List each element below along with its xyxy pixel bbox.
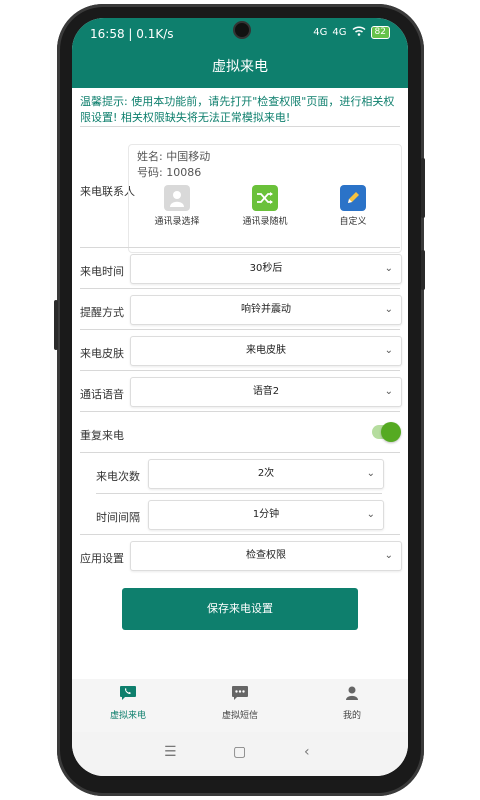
custom-contact-button[interactable]: 自定义 (313, 185, 393, 227)
skin-label: 来电皮肤 (80, 347, 124, 360)
call-time-label: 来电时间 (80, 265, 124, 278)
edit-pen-icon (340, 185, 366, 211)
skin-value: 来电皮肤 (246, 345, 286, 356)
tab-mine-label: 我的 (342, 711, 361, 721)
repeat-toggle[interactable] (372, 422, 401, 442)
tab-mine[interactable]: 我的 (296, 685, 408, 721)
chevron-down-icon: ⌄ (366, 509, 375, 520)
contact-number: 号码: 10086 (137, 166, 202, 179)
remind-select[interactable]: 响铃并震动 ⌄ (130, 295, 402, 325)
contact-card: 姓名: 中国移动 号码: 10086 通讯录选择 通讯录随机 自定义 (128, 144, 402, 253)
chevron-down-icon: ⌄ (384, 304, 393, 315)
person-icon (296, 685, 408, 704)
divider (80, 288, 400, 289)
app-settings-value: 检查权限 (246, 550, 286, 561)
contacts-random-label: 通讯录随机 (242, 217, 288, 227)
shuffle-icon (252, 185, 278, 211)
divider (80, 247, 400, 248)
chevron-down-icon: ⌄ (384, 345, 393, 356)
divider (80, 534, 400, 535)
system-nav-bar: ☰ ▢ ‹ (72, 732, 408, 776)
contact-name: 姓名: 中国移动 (137, 150, 211, 163)
contacts-random-button[interactable]: 通讯录随机 (225, 185, 305, 227)
interval-label: 时间间隔 (96, 511, 140, 524)
contact-label: 来电联系人 (80, 185, 135, 198)
count-select[interactable]: 2次 ⌄ (148, 459, 384, 489)
side-key (54, 300, 58, 350)
chevron-down-icon: ⌄ (384, 263, 393, 274)
chevron-down-icon: ⌄ (384, 550, 393, 561)
status-bar: 16:58 | 0.1K/s 4G 4G 82 (72, 18, 408, 48)
battery-icon: 82 (370, 26, 390, 39)
screen: 16:58 | 0.1K/s 4G 4G 82 虚拟来电 温馨提示: 使用本功能… (72, 18, 408, 776)
repeat-label: 重复来电 (80, 429, 124, 442)
skin-select[interactable]: 来电皮肤 ⌄ (130, 336, 402, 366)
back-icon[interactable]: ‹ (304, 744, 310, 760)
contacts-select-button[interactable]: 通讯录选择 (137, 185, 217, 227)
toggle-knob (381, 422, 401, 442)
sms-icon (184, 685, 296, 704)
page-title: 虚拟来电 (72, 48, 408, 88)
contacts-book-icon (164, 185, 190, 211)
home-icon[interactable]: ▢ (233, 744, 246, 760)
tab-virtual-sms[interactable]: 虚拟短信 (184, 685, 296, 721)
phone-chat-icon (72, 685, 184, 704)
divider (80, 411, 400, 412)
voice-label: 通话语音 (80, 388, 124, 401)
divider (80, 452, 400, 453)
count-label: 来电次数 (96, 470, 140, 483)
app-settings-select[interactable]: 检查权限 ⌄ (130, 541, 402, 571)
volume-button (421, 158, 425, 218)
divider (80, 126, 400, 127)
chevron-down-icon: ⌄ (366, 468, 375, 479)
divider (80, 370, 400, 371)
count-value: 2次 (257, 468, 275, 479)
camera-hole (233, 21, 251, 39)
status-icons: 4G 4G 82 (313, 26, 390, 39)
tab-virtual-call[interactable]: 虚拟来电 (72, 685, 184, 721)
power-button (421, 250, 425, 290)
contacts-select-label: 通讯录选择 (154, 217, 200, 227)
remind-label: 提醒方式 (80, 306, 124, 319)
voice-select[interactable]: 语音2 ⌄ (130, 377, 402, 407)
call-time-select[interactable]: 30秒后 ⌄ (130, 254, 402, 284)
app-settings-label: 应用设置 (80, 552, 124, 565)
remind-value: 响铃并震动 (241, 304, 291, 315)
contact-info: 姓名: 中国移动 号码: 10086 (137, 149, 210, 181)
notice-text: 温馨提示: 使用本功能前，请先打开"检查权限"页面，进行相关权限设置! 相关权限… (80, 95, 395, 124)
wifi-icon (352, 26, 366, 39)
tab-virtual-sms-label: 虚拟短信 (221, 711, 258, 721)
bottom-tab-bar: 虚拟来电 虚拟短信 我的 (72, 679, 408, 732)
interval-value: 1分钟 (252, 509, 280, 520)
menu-icon[interactable]: ☰ (164, 744, 177, 760)
custom-contact-label: 自定义 (339, 217, 367, 227)
tab-virtual-call-label: 虚拟来电 (109, 711, 146, 721)
voice-value: 语音2 (252, 386, 280, 397)
chevron-down-icon: ⌄ (384, 386, 393, 397)
call-time-value: 30秒后 (249, 263, 283, 274)
save-settings-button[interactable]: 保存来电设置 (122, 588, 358, 630)
signal-icon-2: 4G (332, 27, 347, 38)
divider (80, 329, 400, 330)
divider (96, 493, 382, 494)
interval-select[interactable]: 1分钟 ⌄ (148, 500, 384, 530)
signal-icon: 4G (313, 27, 328, 38)
status-time: 16:58 | 0.1K/s (90, 27, 174, 41)
